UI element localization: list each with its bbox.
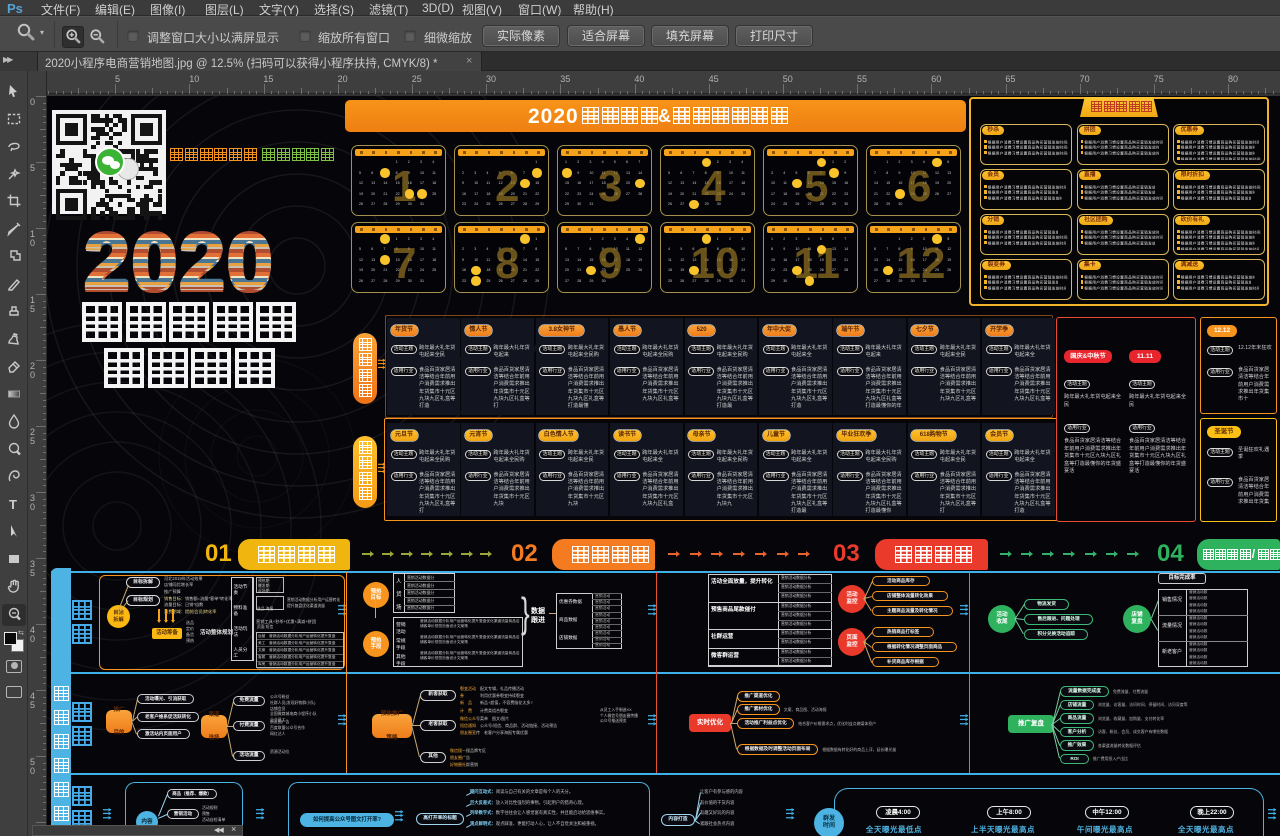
svg-text:T: T [9, 497, 17, 512]
